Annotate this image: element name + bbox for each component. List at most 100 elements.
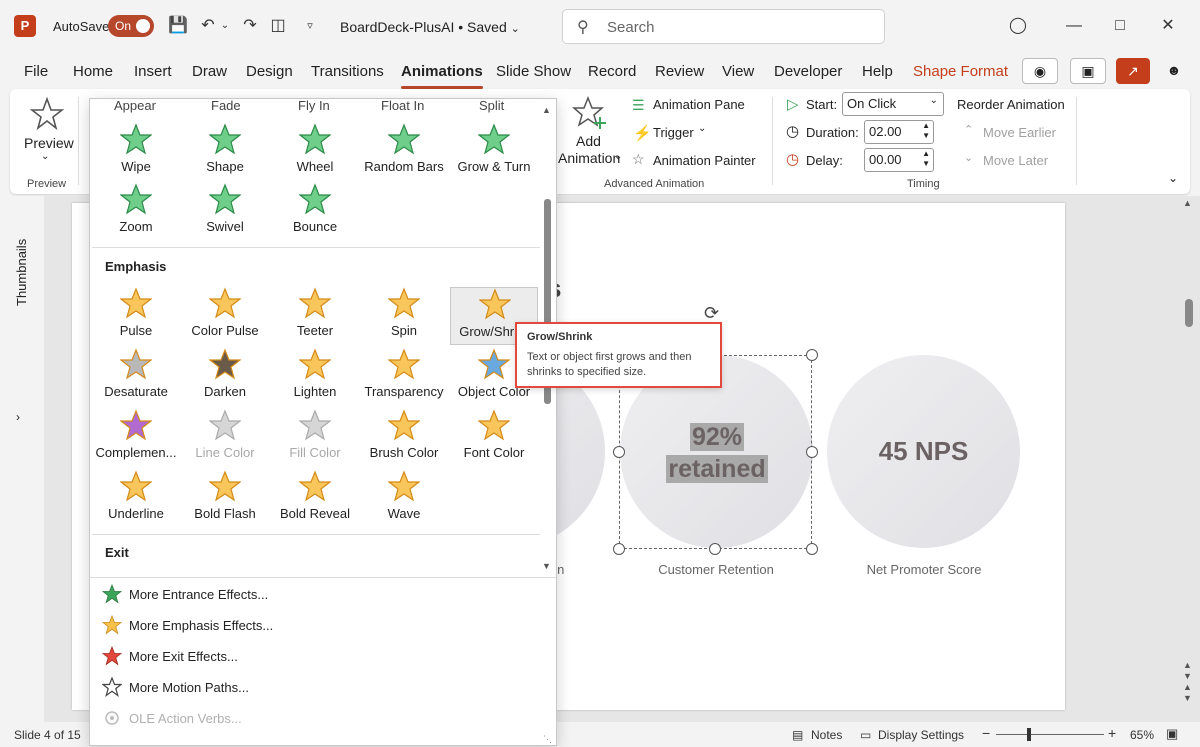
gallery-item-bold-reveal[interactable]: Bold Reveal [271, 470, 359, 528]
zoom-slider-track[interactable] [996, 734, 1104, 735]
tab-record[interactable]: Record [588, 63, 636, 80]
tab-file[interactable]: File [24, 63, 48, 80]
gallery-item-label: Font Color [463, 445, 525, 460]
preview-button[interactable]: Preview [24, 135, 74, 151]
save-icon[interactable]: 💾 [166, 14, 190, 38]
spinner-icon[interactable]: ▲ ▼ [922, 149, 930, 169]
tab-animations[interactable]: Animations [401, 63, 483, 89]
add-animation-dropdown-icon[interactable]: ⌄ [614, 151, 622, 162]
gallery-item-split[interactable]: Split [479, 99, 504, 113]
gallery-item-random-bars[interactable]: Random Bars [360, 123, 448, 181]
resize-handle[interactable] [806, 446, 818, 458]
trigger-button[interactable]: Trigger [653, 125, 694, 140]
zoom-level[interactable]: 65% [1130, 728, 1154, 742]
scroll-page-icons[interactable]: ▲ ▼ ▲ ▼ [1183, 660, 1192, 704]
gallery-item-pulse[interactable]: Pulse [92, 287, 180, 345]
undo-icon[interactable]: ↶ [196, 14, 220, 38]
resize-handle[interactable] [806, 349, 818, 361]
scroll-up-icon[interactable]: ▲ [1183, 198, 1192, 208]
minimize-button[interactable]: — [1064, 16, 1084, 36]
share-button[interactable]: ↗ [1116, 58, 1150, 84]
zoom-out-button[interactable]: − [982, 725, 990, 741]
gallery-item-swivel[interactable]: Swivel [181, 183, 269, 241]
undo-dropdown-icon[interactable]: ⌄ [218, 14, 232, 38]
animation-pane-button[interactable]: Animation Pane [653, 97, 745, 112]
resize-handle[interactable] [613, 446, 625, 458]
duration-input[interactable]: 02.00 ▲ ▼ [864, 120, 934, 144]
tab-view[interactable]: View [722, 63, 754, 80]
zoom-slider-thumb[interactable] [1027, 728, 1031, 741]
tab-developer[interactable]: Developer [774, 63, 842, 80]
resize-handle[interactable] [613, 543, 625, 555]
resize-grip-icon[interactable]: ⋱ [543, 734, 552, 745]
autosave-toggle[interactable]: On [108, 15, 154, 37]
fit-slide-icon[interactable]: ▣ [1166, 726, 1178, 742]
tab-review[interactable]: Review [655, 63, 704, 80]
collapse-ribbon-icon[interactable]: ⌄ [1168, 171, 1178, 185]
gallery-item-wave[interactable]: Wave [360, 470, 448, 528]
tab-shape-format[interactable]: Shape Format [913, 63, 1008, 80]
resize-handle[interactable] [709, 543, 721, 555]
gallery-item-wheel[interactable]: Wheel [271, 123, 359, 181]
search-box[interactable]: ⚲ Search [562, 9, 885, 44]
rotate-handle-icon[interactable]: ⟳ [704, 303, 719, 324]
tab-design[interactable]: Design [246, 63, 293, 80]
add-animation-label-2[interactable]: Animation [558, 150, 620, 166]
add-animation-label[interactable]: Add [576, 133, 601, 149]
tab-help[interactable]: Help [862, 63, 893, 80]
redo-icon[interactable]: ↷ [238, 14, 262, 38]
tab-transitions[interactable]: Transitions [311, 63, 384, 80]
animation-painter-button[interactable]: Animation Painter [653, 153, 756, 168]
delay-input[interactable]: 00.00 ▲ ▼ [864, 148, 934, 172]
move-later-button[interactable]: Move Later [983, 153, 1048, 168]
gallery-item-transparency[interactable]: Transparency [360, 348, 448, 406]
gallery-item-bold-flash[interactable]: Bold Flash [181, 470, 269, 528]
gallery-item-float-in[interactable]: Float In [381, 99, 424, 113]
coauthor-icon[interactable]: ☻ [1160, 58, 1188, 84]
lightbulb-icon[interactable]: ◯ [1008, 16, 1028, 36]
expand-thumbnails-icon[interactable]: › [16, 410, 20, 424]
preview-dropdown-icon[interactable]: ⌄ [41, 151, 49, 162]
start-dropdown[interactable]: On Click ⌄ [842, 92, 944, 116]
record-button[interactable]: ◉ [1022, 58, 1058, 84]
notes-button[interactable]: Notes [811, 728, 842, 742]
tab-home[interactable]: Home [73, 63, 113, 80]
tab-slide-show[interactable]: Slide Show [496, 63, 571, 80]
gallery-item-darken[interactable]: Darken [181, 348, 269, 406]
zoom-in-button[interactable]: + [1108, 725, 1116, 741]
maximize-button[interactable]: □ [1110, 16, 1130, 36]
trigger-dropdown-icon[interactable]: ⌄ [698, 123, 706, 134]
close-button[interactable]: ✕ [1158, 16, 1178, 36]
scroll-up-icon[interactable]: ▲ [542, 105, 551, 115]
gallery-item-grow-turn[interactable]: Grow & Turn [450, 123, 538, 181]
gallery-item-font-color[interactable]: Font Color [450, 409, 538, 467]
resize-handle[interactable] [806, 543, 818, 555]
tab-draw[interactable]: Draw [192, 63, 227, 80]
gallery-item-fly-in[interactable]: Fly In [298, 99, 330, 113]
gallery-item-shape[interactable]: Shape [181, 123, 269, 181]
gallery-item-zoom[interactable]: Zoom [92, 183, 180, 241]
gallery-item-underline[interactable]: Underline [92, 470, 180, 528]
gallery-item-brush-color[interactable]: Brush Color [360, 409, 448, 467]
gallery-item-lighten[interactable]: Lighten [271, 348, 359, 406]
gallery-item-color-pulse[interactable]: Color Pulse [181, 287, 269, 345]
scroll-down-icon[interactable]: ▼ [542, 561, 551, 571]
vertical-scrollbar-thumb[interactable] [1185, 299, 1193, 327]
gallery-item-appear[interactable]: Appear [114, 99, 156, 113]
tab-insert[interactable]: Insert [134, 63, 172, 80]
document-title[interactable]: BoardDeck-PlusAI • Saved ⌄ [340, 19, 520, 35]
present-icon[interactable]: ◫ [266, 14, 290, 38]
spinner-icon[interactable]: ▲ ▼ [922, 121, 930, 141]
gallery-item-bounce[interactable]: Bounce [271, 183, 359, 241]
gallery-item-spin[interactable]: Spin [360, 287, 448, 345]
thumbnails-label[interactable]: Thumbnails [14, 239, 29, 306]
gallery-item-fade[interactable]: Fade [211, 99, 241, 113]
gallery-item-complemen[interactable]: Complemen... [92, 409, 180, 467]
display-settings-button[interactable]: Display Settings [878, 728, 964, 742]
comments-button[interactable]: ▣ [1070, 58, 1106, 84]
move-earlier-button[interactable]: Move Earlier [983, 125, 1056, 140]
gallery-item-desaturate[interactable]: Desaturate [92, 348, 180, 406]
customize-qat-icon[interactable]: ▿ [298, 14, 322, 38]
gallery-item-wipe[interactable]: Wipe [92, 123, 180, 181]
gallery-item-teeter[interactable]: Teeter [271, 287, 359, 345]
